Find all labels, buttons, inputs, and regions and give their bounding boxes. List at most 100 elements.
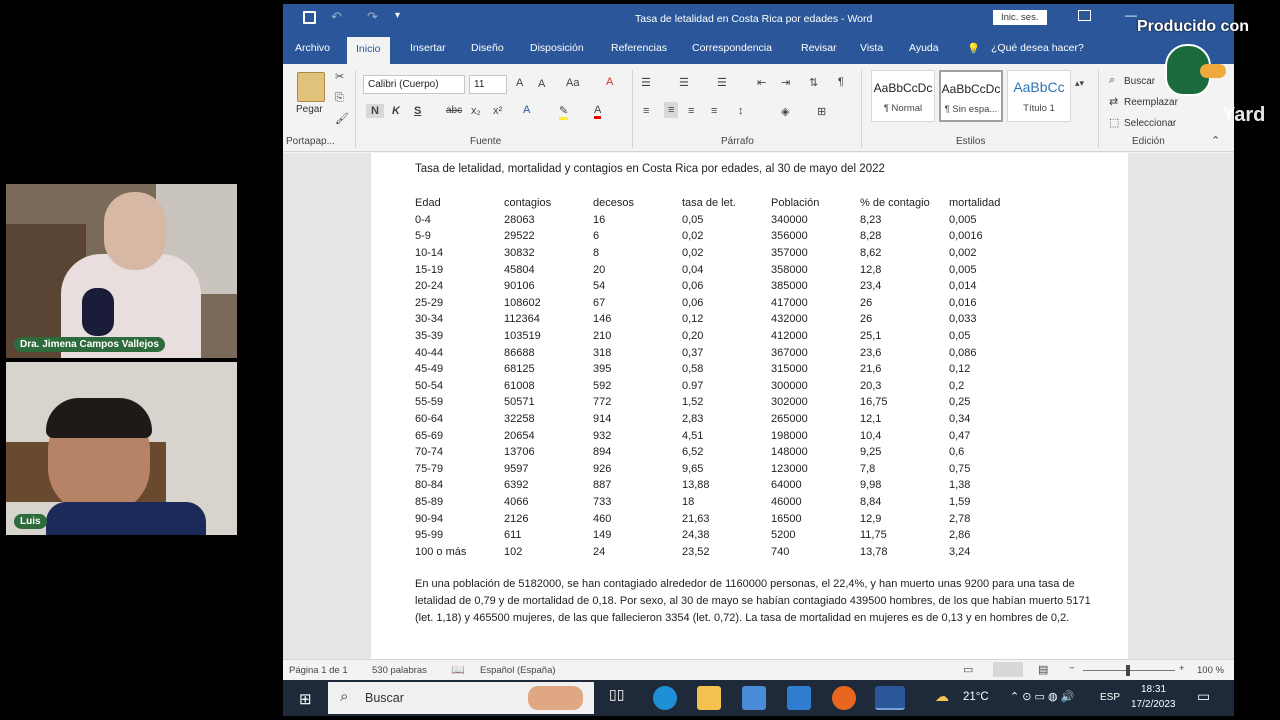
tab-vista[interactable]: Vista [860, 42, 883, 54]
tab-inicio[interactable]: Inicio [347, 37, 390, 64]
word-count[interactable]: 530 palabras [372, 665, 427, 676]
search-icon[interactable]: ⌕ [1109, 74, 1115, 87]
tab-referencias[interactable]: Referencias [611, 42, 667, 54]
undo-icon[interactable]: ↶ [331, 9, 342, 25]
read-mode-icon[interactable]: ▭ [963, 663, 973, 676]
grow-font-icon[interactable]: A [516, 77, 523, 89]
collapse-ribbon-icon[interactable]: ⌃ [1211, 134, 1220, 147]
mail-icon[interactable] [787, 686, 811, 710]
highlight-icon[interactable]: ✎ [559, 104, 569, 120]
document-page[interactable]: Tasa de letalidad, mortalidad y contagio… [371, 153, 1128, 659]
tab-correspondencia[interactable]: Correspondencia [692, 42, 772, 54]
sign-in-button[interactable]: Inic. ses. [993, 10, 1047, 25]
clock-date[interactable]: 17/2/2023 [1131, 699, 1176, 710]
taskbar-search[interactable]: ⌕ Buscar [328, 682, 594, 714]
cut-icon[interactable]: ✂ [335, 70, 344, 83]
paste-button[interactable]: Pegar [296, 104, 323, 115]
style-normal[interactable]: AaBbCcDc ¶ Normal [871, 70, 935, 122]
numbering-icon[interactable]: ☰ [679, 76, 689, 89]
page-count[interactable]: Página 1 de 1 [289, 665, 348, 676]
table-cell: 26 [860, 313, 873, 326]
style-heading-1[interactable]: AaBbCc Título 1 [1007, 70, 1071, 122]
word-icon[interactable] [875, 686, 905, 710]
subscript-icon[interactable]: x₂ [471, 105, 481, 117]
input-language[interactable]: ESP [1100, 692, 1120, 703]
tab-insertar[interactable]: Insertar [410, 42, 446, 54]
borders-icon[interactable]: ⊞ [817, 105, 826, 118]
format-painter-icon[interactable]: 🖌 [335, 112, 349, 125]
align-center-icon[interactable]: ≡ [664, 102, 679, 118]
clock-time[interactable]: 18:31 [1141, 684, 1166, 695]
increase-indent-icon[interactable]: ⇥ [781, 76, 790, 89]
justify-icon[interactable]: ≡ [711, 105, 717, 117]
print-layout-icon[interactable] [993, 662, 1023, 677]
table-cell: 0.97 [682, 379, 704, 392]
paste-icon[interactable] [297, 72, 325, 102]
superscript-icon[interactable]: x² [493, 105, 502, 117]
table-cell: 412000 [771, 330, 808, 343]
font-size-select[interactable]: 11 [469, 75, 507, 94]
start-icon[interactable]: ⊞ [299, 690, 312, 708]
weather-icon[interactable]: ☁ [935, 688, 949, 705]
ribbon-display-options-icon[interactable] [1078, 10, 1091, 21]
tab-archivo[interactable]: Archivo [295, 42, 330, 54]
shading-icon[interactable]: ◈ [781, 105, 789, 118]
customize-toolbar-icon[interactable]: ▾ [395, 10, 400, 21]
tab-ayuda[interactable]: Ayuda [909, 42, 939, 54]
bullets-icon[interactable]: ☰ [641, 76, 651, 89]
select-icon[interactable]: ⬚ [1109, 116, 1119, 129]
align-left-icon[interactable]: ≡ [643, 105, 649, 117]
redo-icon[interactable]: ↷ [367, 9, 378, 25]
show-marks-icon[interactable]: ¶ [838, 76, 844, 88]
task-view-icon[interactable]: ▯▯ [609, 686, 633, 710]
styles-scroll-icon[interactable]: ▴▾ [1075, 78, 1084, 89]
zoom-in-icon[interactable]: + [1179, 663, 1185, 674]
change-case-icon[interactable]: Aa [566, 77, 579, 89]
sort-icon[interactable]: ⇅ [809, 76, 818, 89]
firefox-icon[interactable] [832, 686, 856, 710]
line-spacing-icon[interactable]: ↕ [738, 105, 744, 117]
replace-button[interactable]: Reemplazar [1124, 97, 1178, 108]
save-icon[interactable] [303, 11, 316, 24]
vertical-scrollbar[interactable] [1221, 153, 1234, 659]
proofing-icon[interactable]: 📖 [451, 663, 465, 676]
notifications-icon[interactable]: ▭ [1197, 688, 1210, 705]
language-status[interactable]: Español (España) [480, 665, 556, 676]
store-icon[interactable] [742, 686, 766, 710]
table-cell: 25-29 [415, 296, 444, 309]
font-name-select[interactable]: Calibri (Cuerpo) [363, 75, 465, 94]
edge-icon[interactable] [653, 686, 677, 710]
font-color-icon[interactable]: A [594, 104, 602, 119]
zoom-out-icon[interactable]: − [1069, 663, 1075, 674]
minimize-icon[interactable]: — [1125, 8, 1137, 22]
decrease-indent-icon[interactable]: ⇤ [757, 76, 766, 89]
select-button[interactable]: Seleccionar [1124, 118, 1176, 129]
copy-icon[interactable]: ⎘ [335, 92, 344, 105]
table-cell: 0-4 [415, 213, 431, 226]
align-right-icon[interactable]: ≡ [688, 105, 694, 117]
tab-disposicion[interactable]: Disposición [530, 42, 584, 54]
web-layout-icon[interactable]: ▤ [1038, 663, 1048, 676]
italic-icon[interactable]: K [392, 105, 400, 117]
zoom-level[interactable]: 100 % [1197, 665, 1224, 676]
table-cell: 6 [593, 230, 600, 243]
replace-icon[interactable]: ⇄ [1109, 95, 1118, 108]
file-explorer-icon[interactable] [697, 686, 721, 710]
bold-icon[interactable]: N [366, 104, 384, 118]
style-no-spacing[interactable]: AaBbCcDc ¶ Sin espa... [939, 70, 1003, 122]
table-row: 15-19 45804 20 0,04 358000 12,8 0,005 [415, 261, 1029, 278]
text-effects-icon[interactable]: A [523, 104, 530, 116]
tab-revisar[interactable]: Revisar [801, 42, 837, 54]
tell-me-search[interactable]: ¿Qué desea hacer? [991, 42, 1084, 54]
shrink-font-icon[interactable]: A [538, 78, 545, 90]
underline-icon[interactable]: S [414, 105, 421, 117]
system-tray-icons[interactable]: ⌃ ⊙ ▭ ◍ 🔊 [1010, 690, 1074, 703]
strikethrough-icon[interactable]: abc [446, 105, 462, 116]
weather-temp[interactable]: 21°C [963, 691, 989, 703]
table-cell: 300000 [771, 379, 808, 392]
find-button[interactable]: Buscar [1124, 76, 1155, 87]
tab-diseno[interactable]: Diseño [471, 42, 504, 54]
clear-formatting-icon[interactable]: A [606, 76, 613, 88]
zoom-slider-thumb[interactable] [1126, 665, 1130, 676]
multilevel-list-icon[interactable]: ☰ [717, 76, 727, 89]
